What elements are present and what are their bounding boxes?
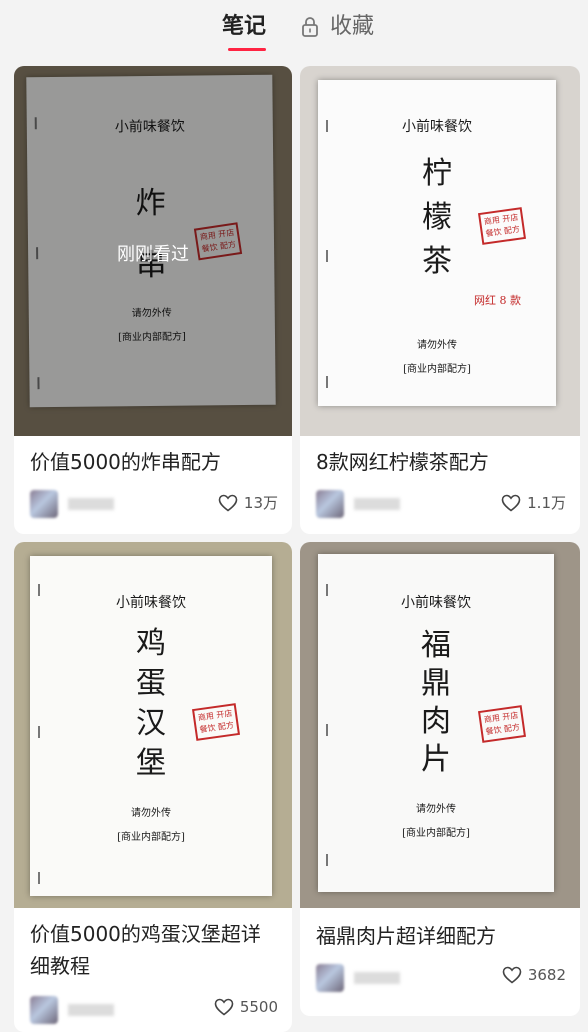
heart-icon <box>502 966 522 984</box>
tab-bar: 笔记 收藏 <box>0 0 588 60</box>
paper-title-char: 茶 <box>422 244 452 279</box>
recipe-paper: 小前味餐饮 鸡 蛋 汉 堡 商用 开店 餐饮 配方 请勿外传 [商业内部配方] <box>30 556 272 896</box>
seen-overlay: 刚刚看过 <box>14 66 292 436</box>
lock-icon <box>302 17 318 37</box>
note-meta: 1.1万 <box>316 490 566 520</box>
paper-header: 小前味餐饮 <box>116 595 186 611</box>
heart-icon <box>214 998 234 1016</box>
heart-icon <box>218 494 238 512</box>
paper-header: 小前味餐饮 <box>401 595 471 611</box>
note-cover-image[interactable]: 小前味餐饮 福 鼎 肉 片 商用 开店 餐饮 配方 请勿外传 [商业内部配方] <box>300 542 580 908</box>
paper-notice: 请勿外传 <box>131 808 171 819</box>
paper-footer: [商业内部配方] <box>402 828 470 839</box>
seen-label: 刚刚看过 <box>117 244 189 265</box>
red-stamp: 商用 开店 餐饮 配方 <box>477 207 527 245</box>
paper-header: 小前味餐饮 <box>402 119 472 135</box>
recipe-paper: 小前味餐饮 柠 檬 茶 商用 开店 餐饮 配方 网红 8 款 请勿外传 [商业内… <box>318 80 556 406</box>
paper-footer: [商业内部配方] <box>117 832 185 843</box>
like-button[interactable]: 13万 <box>218 492 278 513</box>
like-count: 5500 <box>239 998 278 1016</box>
like-button[interactable]: 1.1万 <box>501 492 566 513</box>
like-count: 1.1万 <box>527 494 566 512</box>
like-button[interactable]: 3682 <box>502 966 566 984</box>
note-card[interactable]: 小前味餐饮 福 鼎 肉 片 商用 开店 餐饮 配方 请勿外传 [商业内部配方] … <box>300 542 580 1016</box>
note-card[interactable]: 小前味餐饮 炸 串 商用 开店 餐饮 配方 请勿外传 [商业内部配方] 刚刚看过… <box>14 66 292 534</box>
author-name-blurred[interactable] <box>68 498 114 510</box>
author-name-blurred[interactable] <box>354 498 400 510</box>
paper-title-char: 柠 <box>422 156 452 191</box>
heart-icon <box>501 494 521 512</box>
note-cover-image[interactable]: 小前味餐饮 柠 檬 茶 商用 开店 餐饮 配方 网红 8 款 请勿外传 [商业内… <box>300 66 580 436</box>
note-meta: 5500 <box>30 996 278 1026</box>
author-name-blurred[interactable] <box>354 972 400 984</box>
paper-title-char: 鸡 <box>136 626 166 661</box>
tab-notes[interactable]: 笔记 <box>222 12 266 42</box>
paper-title-char: 片 <box>421 742 451 777</box>
like-count: 13万 <box>243 494 278 512</box>
note-title[interactable]: 价值5000的炸串配方 <box>30 446 278 478</box>
like-count: 3682 <box>527 966 566 984</box>
tab-favorites[interactable]: 收藏 <box>300 12 374 42</box>
avatar[interactable] <box>316 490 344 518</box>
paper-title-char: 福 <box>421 628 451 663</box>
note-meta: 3682 <box>316 964 566 994</box>
paper-title-char: 鼎 <box>421 666 451 701</box>
note-meta: 13万 <box>30 490 278 520</box>
like-button[interactable]: 5500 <box>214 998 278 1016</box>
red-stamp: 商用 开店 餐饮 配方 <box>477 705 527 743</box>
tab-favorites-label: 收藏 <box>330 14 375 39</box>
paper-notice: 请勿外传 <box>416 804 456 815</box>
author-name-blurred[interactable] <box>68 1004 114 1016</box>
active-tab-indicator <box>228 48 266 51</box>
note-card[interactable]: 小前味餐饮 鸡 蛋 汉 堡 商用 开店 餐饮 配方 请勿外传 [商业内部配方] … <box>14 542 292 1032</box>
note-cover-image[interactable]: 小前味餐饮 鸡 蛋 汉 堡 商用 开店 餐饮 配方 请勿外传 [商业内部配方] <box>14 542 292 908</box>
avatar[interactable] <box>30 996 58 1024</box>
paper-title-char: 堡 <box>136 746 166 781</box>
red-stamp: 商用 开店 餐饮 配方 <box>191 703 241 741</box>
paper-title-char: 蛋 <box>136 666 166 701</box>
note-card[interactable]: 小前味餐饮 柠 檬 茶 商用 开店 餐饮 配方 网红 8 款 请勿外传 [商业内… <box>300 66 580 534</box>
paper-red-note: 网红 8 款 <box>474 294 521 307</box>
avatar[interactable] <box>316 964 344 992</box>
paper-footer: [商业内部配方] <box>403 364 471 375</box>
note-title[interactable]: 福鼎肉片超详细配方 <box>316 920 566 952</box>
note-title[interactable]: 价值5000的鸡蛋汉堡超详细教程 <box>30 918 278 982</box>
paper-notice: 请勿外传 <box>417 340 457 351</box>
note-title[interactable]: 8款网红柠檬茶配方 <box>316 446 566 478</box>
notes-grid: 小前味餐饮 炸 串 商用 开店 餐饮 配方 请勿外传 [商业内部配方] 刚刚看过… <box>14 66 580 1032</box>
avatar[interactable] <box>30 490 58 518</box>
recipe-paper: 小前味餐饮 福 鼎 肉 片 商用 开店 餐饮 配方 请勿外传 [商业内部配方] <box>318 554 554 892</box>
note-cover-image[interactable]: 小前味餐饮 炸 串 商用 开店 餐饮 配方 请勿外传 [商业内部配方] 刚刚看过 <box>14 66 292 436</box>
